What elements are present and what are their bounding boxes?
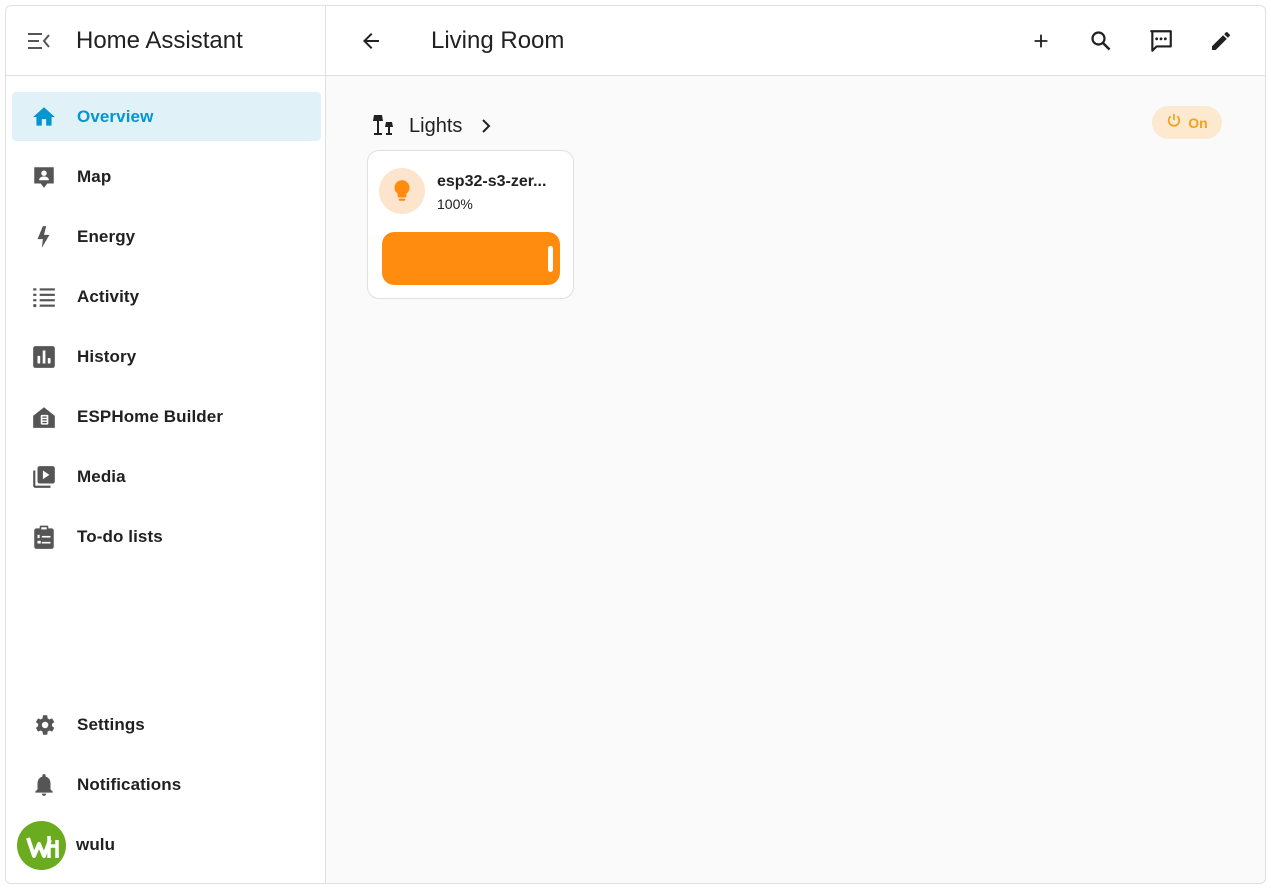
- sidebar-item-label: History: [77, 346, 137, 366]
- sidebar-item-label: To-do lists: [77, 526, 163, 546]
- sidebar-item-label: Map: [77, 166, 112, 186]
- light-card[interactable]: esp32-s3-zer... 100%: [367, 150, 574, 299]
- section-title: Lights: [409, 115, 463, 137]
- menu-collapse-icon[interactable]: [26, 29, 52, 53]
- bell-icon: [30, 771, 58, 799]
- sidebar-item-label: Overview: [77, 106, 154, 126]
- page-title: Living Room: [431, 27, 565, 54]
- floor-lamp-icon: [371, 113, 395, 142]
- sidebar-item-label: Notifications: [77, 774, 182, 794]
- chart-icon: [30, 343, 58, 371]
- clipboard-list-icon: [30, 523, 58, 551]
- sidebar-item-energy[interactable]: Energy: [12, 212, 321, 261]
- light-name: esp32-s3-zer...: [437, 173, 547, 190]
- sidebar-item-settings[interactable]: Settings: [12, 700, 321, 749]
- brightness-slider[interactable]: [382, 232, 560, 285]
- sidebar-item-map[interactable]: Map: [12, 152, 321, 201]
- user-name: wulu: [76, 834, 116, 854]
- search-icon[interactable]: [1085, 25, 1117, 57]
- avatar[interactable]: [17, 821, 66, 870]
- toggle-label: On: [1188, 114, 1208, 131]
- back-arrow-icon[interactable]: [356, 26, 386, 56]
- app-title: Home Assistant: [76, 27, 243, 54]
- sidebar-item-label: Energy: [77, 226, 136, 246]
- app-frame: Home Assistant Overview Map Energy Activ: [5, 5, 1266, 884]
- media-icon: [30, 463, 58, 491]
- home-icon: [30, 103, 58, 131]
- chevron-right-icon: [477, 115, 495, 142]
- map-icon: [30, 163, 58, 191]
- sidebar-item-user[interactable]: wulu: [66, 820, 321, 869]
- sidebar: Home Assistant Overview Map Energy Activ: [6, 6, 326, 883]
- top-app-bar: Living Room: [326, 6, 1265, 76]
- pencil-icon[interactable]: [1205, 25, 1237, 57]
- sidebar-item-esphome[interactable]: ESPHome Builder: [12, 392, 321, 441]
- sidebar-item-label: ESPHome Builder: [77, 406, 224, 426]
- lightbulb-icon[interactable]: [379, 168, 425, 214]
- gear-icon: [30, 711, 58, 739]
- sidebar-item-activity[interactable]: Activity: [12, 272, 321, 321]
- sidebar-item-label: Settings: [77, 714, 145, 734]
- sidebar-item-history[interactable]: History: [12, 332, 321, 381]
- esphome-icon: [30, 403, 58, 431]
- light-state: 100%: [437, 196, 473, 212]
- lightning-icon: [30, 223, 58, 251]
- sidebar-item-todo[interactable]: To-do lists: [12, 512, 321, 561]
- lights-toggle-badge[interactable]: On: [1152, 106, 1222, 139]
- power-icon: [1166, 112, 1182, 133]
- sidebar-header: Home Assistant: [6, 6, 325, 76]
- plus-icon[interactable]: [1025, 25, 1057, 57]
- sidebar-item-label: Media: [77, 466, 126, 486]
- sidebar-item-label: Activity: [77, 286, 140, 306]
- sidebar-item-notifications[interactable]: Notifications: [12, 760, 321, 809]
- assist-icon[interactable]: [1145, 25, 1177, 57]
- brightness-slider-fill: [382, 232, 560, 285]
- brightness-slider-handle[interactable]: [548, 246, 553, 272]
- list-icon: [30, 283, 58, 311]
- sidebar-item-overview[interactable]: Overview: [12, 92, 321, 141]
- sidebar-item-media[interactable]: Media: [12, 452, 321, 501]
